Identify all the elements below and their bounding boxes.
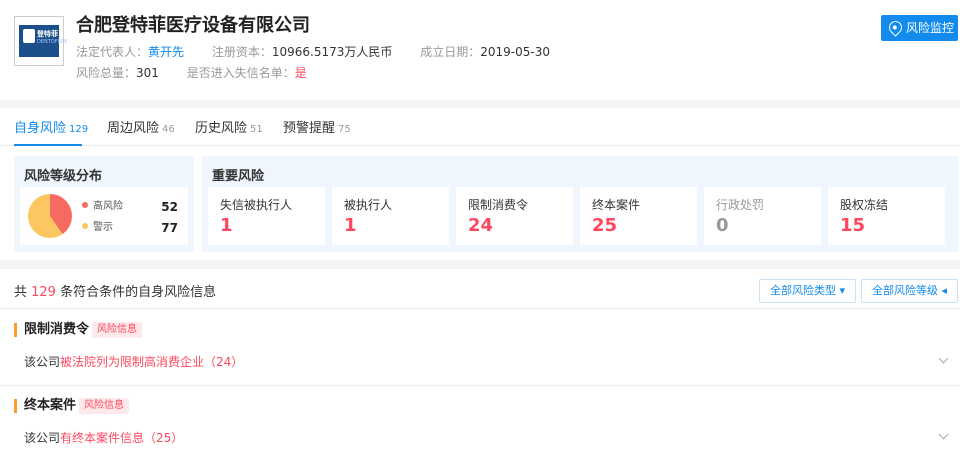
company-meta-row: 法定代表人：黄开先 注册资本：10966.5173万人民币 成立日期：2019-… <box>76 44 574 60</box>
key-risk-dishonest-executee[interactable]: 失信被执行人 1 <box>208 187 325 245</box>
location-pin-icon <box>886 18 905 37</box>
section-title-terminated-cases: 终本案件 <box>14 397 76 415</box>
risk-tabs: 自身风险 129 周边风险 46 历史风险 51 预警提醒 75 <box>0 108 960 146</box>
logo-text: 登特菲 <box>37 30 58 38</box>
risk-type-filter[interactable]: 全部风险类型 ▾ <box>759 279 857 303</box>
risk-list: 共 129 条符合条件的自身风险信息 全部风险类型 ▾ 全部风险等级 ◂ 限制消… <box>0 269 960 458</box>
section-title-consumption-restriction: 限制消费令 <box>14 321 89 339</box>
legal-rep-link[interactable]: 黄开先 <box>148 45 184 59</box>
risk-info-tag: 风险信息 <box>79 398 129 414</box>
distribution-card: 高风险 52 警示 77 <box>20 187 188 245</box>
legend-warning: 警示 77 <box>82 221 178 235</box>
key-risk-terminated-cases[interactable]: 终本案件 25 <box>580 187 697 245</box>
blacklist-value: 是 <box>294 66 307 80</box>
chevron-down-icon[interactable] <box>938 353 949 364</box>
chevron-down-icon[interactable] <box>938 429 949 440</box>
founded-value: 2019-05-30 <box>480 45 550 59</box>
risk-summary: 共 129 条符合条件的自身风险信息 <box>14 285 217 300</box>
active-tab-indicator <box>14 144 82 146</box>
company-name: 合肥登特菲医疗设备有限公司 <box>76 15 310 36</box>
founded-label: 成立日期： <box>420 45 481 59</box>
key-risk-executee[interactable]: 被执行人 1 <box>332 187 449 245</box>
section-detail-terminated-cases[interactable]: 该公司有终本案件信息（25） <box>24 429 183 446</box>
caret-down-icon: ▾ <box>839 284 846 297</box>
risk-monitor-button[interactable]: 风险监控 <box>881 15 958 41</box>
risk-meta-row: 风险总量：301 是否进入失信名单：是 <box>76 65 307 81</box>
risk-level-pie-chart <box>28 194 72 238</box>
risk-overview-panel: 自身风险 129 周边风险 46 历史风险 51 预警提醒 75 风险等级分布 高风险 5… <box>0 108 960 260</box>
company-header: 登特菲 DENTOFREE 合肥登特菲医疗设备有限公司 法定代表人：黄开先 注册… <box>0 0 960 100</box>
distribution-title: 风险等级分布 <box>24 169 103 184</box>
key-risk-consumption-restriction[interactable]: 限制消费令 24 <box>456 187 573 245</box>
risk-list-header: 共 129 条符合条件的自身风险信息 全部风险类型 ▾ 全部风险等级 ◂ <box>0 269 960 309</box>
tab-self-risk[interactable]: 自身风险 129 <box>14 120 88 139</box>
risk-level-distribution: 风险等级分布 高风险 52 警示 77 <box>14 156 194 252</box>
important-risks: 重要风险 失信被执行人 1 被执行人 1 限制消费令 24 终本案件 25 行政处罚 0 … <box>202 156 958 252</box>
risk-monitor-label: 风险监控 <box>906 21 955 35</box>
tab-surrounding-risk[interactable]: 周边风险 46 <box>107 120 175 139</box>
divider <box>0 385 960 386</box>
key-risk-equity-freeze[interactable]: 股权冻结 15 <box>828 187 945 245</box>
company-logo: 登特菲 DENTOFREE <box>14 16 68 66</box>
important-risks-title: 重要风险 <box>212 169 265 184</box>
caret-left-icon: ◂ <box>941 284 948 297</box>
risk-level-filter[interactable]: 全部风险等级 ◂ <box>861 279 959 303</box>
tab-history-risk[interactable]: 历史风险 51 <box>195 120 263 139</box>
capital-label: 注册资本： <box>211 45 272 59</box>
risk-total-label: 风险总量： <box>76 66 137 80</box>
logo-subtext: DENTOFREE <box>37 39 68 45</box>
tab-warning[interactable]: 预警提醒 75 <box>283 120 351 139</box>
capital-value: 10966.5173万人民币 <box>271 45 393 59</box>
legend-high-risk: 高风险 52 <box>82 200 178 214</box>
blacklist-label: 是否进入失信名单： <box>186 66 295 80</box>
key-risk-admin-penalty[interactable]: 行政处罚 0 <box>704 187 821 245</box>
legal-rep-label: 法定代表人： <box>76 45 149 59</box>
section-detail-consumption-restriction[interactable]: 该公司被法院列为限制高消费企业（24） <box>24 353 243 370</box>
risk-info-tag: 风险信息 <box>92 322 142 338</box>
risk-total-value: 301 <box>136 66 159 80</box>
